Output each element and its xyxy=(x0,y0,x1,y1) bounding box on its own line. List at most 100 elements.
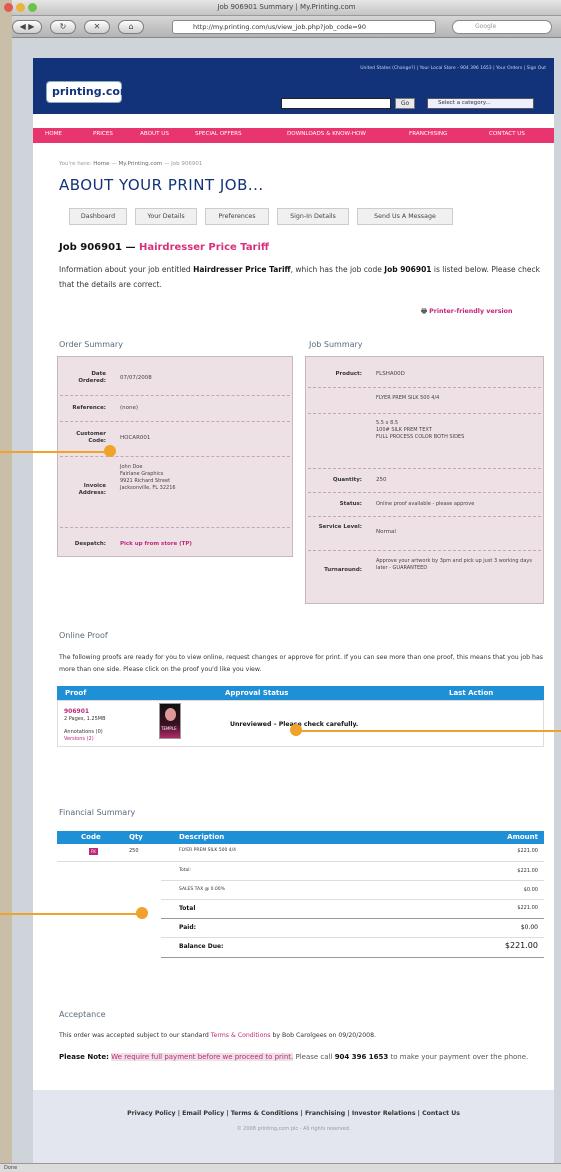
url-bar[interactable]: http://my.printing.com/us/view_job.php?j… xyxy=(172,20,436,34)
nav-about[interactable]: ABOUT US xyxy=(140,131,169,137)
site-logo[interactable]: printing.com xyxy=(46,81,131,103)
stop-icon[interactable]: ✕ xyxy=(84,20,110,34)
row-amount: $0.00 xyxy=(520,924,538,931)
footer-contact-link[interactable]: Contact Us xyxy=(422,1110,460,1117)
callout-dot xyxy=(136,907,148,919)
row-label: Balance Due: xyxy=(179,943,224,950)
versions-link[interactable]: Versions (2) xyxy=(64,736,94,742)
tab-your-details[interactable]: Your Details xyxy=(135,208,197,225)
footer-links: Privacy Policy | Email Policy | Terms & … xyxy=(127,1110,460,1117)
status-value: Online proof available - please approve xyxy=(376,501,475,507)
footer-privacy-link[interactable]: Privacy Policy xyxy=(127,1110,176,1117)
tab-dashboard[interactable]: Dashboard xyxy=(69,208,127,225)
footer-email-policy-link[interactable]: Email Policy xyxy=(182,1110,224,1117)
site-search-input[interactable] xyxy=(281,98,391,109)
turnaround-label: Turnaround: xyxy=(324,567,362,573)
reference-value: (none) xyxy=(120,405,139,411)
printer-friendly-label: Printer-friendly version xyxy=(429,308,513,315)
note-highlight: We require full payment before we procee… xyxy=(111,1053,294,1061)
quantity-value: 250 xyxy=(376,477,387,483)
main-nav: HOME PRICES ABOUT US SPECIAL OFFERS DOWN… xyxy=(33,128,554,143)
service-level-label: Service Level: xyxy=(318,524,362,530)
go-button[interactable]: Go xyxy=(395,98,415,109)
breadcrumb-current: Job 906901 xyxy=(171,161,203,167)
breadcrumb: You're here: Home — My.Printing.com — Jo… xyxy=(59,161,203,167)
nav-downloads[interactable]: DOWNLOADS & KNOW-HOW xyxy=(287,131,366,137)
back-forward-icon[interactable]: ◀ ▶ xyxy=(12,20,42,34)
annotations-link[interactable]: Annotations (0) xyxy=(64,729,103,735)
payment-note: Please Note: We require full payment bef… xyxy=(59,1050,544,1065)
row-amount: $0.00 xyxy=(523,887,538,893)
divider xyxy=(308,492,541,493)
despatch-value: Pick up from store (TP) xyxy=(120,541,192,547)
date-value: 07/07/2008 xyxy=(120,375,152,381)
breadcrumb-home[interactable]: Home xyxy=(93,161,109,167)
info-pre: Information about your job entitled xyxy=(59,265,191,274)
home-icon[interactable]: ⌂ xyxy=(118,20,144,34)
note-mid: Please call xyxy=(295,1053,333,1061)
note-post: to make your payment over the phone. xyxy=(390,1053,529,1061)
status-label: Status: xyxy=(339,501,362,507)
col-last-action: Last Action xyxy=(449,689,494,697)
top-links[interactable]: United States (Change?) | Your Local Sto… xyxy=(360,66,546,71)
category-select[interactable]: Select a category... xyxy=(427,98,534,109)
proof-link[interactable]: 906901 xyxy=(64,708,89,715)
printer-friendly-link[interactable]: 🖶 Printer-friendly version xyxy=(421,306,512,317)
acceptance-pre: This order was accepted subject to our s… xyxy=(59,1032,209,1039)
page-title: ABOUT YOUR PRINT JOB... xyxy=(59,176,264,194)
proof-table-header: Proof Approval Status Last Action xyxy=(57,686,544,700)
divider xyxy=(308,550,541,551)
footer-terms-link[interactable]: Terms & Conditions xyxy=(231,1110,299,1117)
nav-contact[interactable]: CONTACT US xyxy=(489,131,525,137)
browser-search-input[interactable]: Google xyxy=(452,20,552,34)
row-amount: $221.00 xyxy=(517,868,538,874)
acceptance-text: This order was accepted subject to our s… xyxy=(59,1030,544,1042)
divider xyxy=(308,413,541,414)
nav-franchising[interactable]: FRANCHISING xyxy=(409,131,447,137)
online-proof-heading: Online Proof xyxy=(59,631,108,640)
title-bar: Job 906901 Summary | My.Printing.com xyxy=(4,0,561,16)
table-row: FK 250 FLYER PREM SILK 500 4/4 $221.00 xyxy=(57,844,544,862)
financial-summary-heading: Financial Summary xyxy=(59,808,136,817)
proof-thumbnail[interactable]: TEMPLE xyxy=(159,703,181,739)
spec-line: 100# SILK PREM TEXT xyxy=(376,427,432,433)
divider xyxy=(308,387,541,388)
footer-franchising-link[interactable]: Franchising xyxy=(305,1110,345,1117)
col-approval-status: Approval Status xyxy=(225,689,289,697)
callout-dot xyxy=(104,445,116,457)
row-label: Total: xyxy=(179,868,192,873)
proof-row[interactable]: 906901 2 Pages, 1.25MB Annotations (0) V… xyxy=(57,700,544,747)
tab-sign-in-details[interactable]: Sign-In Details xyxy=(277,208,349,225)
order-summary-box: Date Ordered: 07/07/2008 Reference: (non… xyxy=(57,356,293,557)
invoice-address-label: Invoice Address: xyxy=(78,483,106,496)
divider xyxy=(308,468,541,469)
spec-line: FULL PROCESS COLOR BOTH SIDES xyxy=(376,434,465,440)
invoice-address: John Doe Fairlane Graphics 9921 Richard … xyxy=(120,464,176,492)
job-heading-dash: — xyxy=(125,242,136,253)
col-proof: Proof xyxy=(65,689,87,697)
thumb-text: TEMPLE xyxy=(161,726,177,731)
product-value: FLSHA00D xyxy=(376,371,405,377)
nav-prices[interactable]: PRICES xyxy=(93,131,113,137)
nav-special-offers[interactable]: SPECIAL OFFERS xyxy=(195,131,242,137)
line-description: FLYER PREM SILK 500 4/4 xyxy=(179,848,236,853)
page-footer: Privacy Policy | Email Policy | Terms & … xyxy=(33,1090,554,1163)
callout-leader xyxy=(0,913,140,915)
browser-window: Job 906901 Summary | My.Printing.com ◀ ▶… xyxy=(4,0,561,1172)
breadcrumb-my-printing[interactable]: My.Printing.com xyxy=(119,161,163,167)
window-title: Job 906901 Summary | My.Printing.com xyxy=(217,3,356,11)
tab-preferences[interactable]: Preferences xyxy=(205,208,269,225)
copyright: © 2008 printing.com plc - All rights res… xyxy=(236,1126,351,1132)
info-job-title: Hairdresser Price Tariff xyxy=(193,265,291,274)
turnaround-value: Approve your artwork by 3pm and pick up … xyxy=(376,558,532,571)
footer-investor-link[interactable]: Investor Relations xyxy=(352,1110,416,1117)
table-row: Total $221.00 xyxy=(161,900,544,919)
browser-status-bar: Done xyxy=(0,1163,561,1172)
job-summary-heading: Job Summary xyxy=(309,340,363,349)
terms-link[interactable]: Terms & Conditions xyxy=(211,1032,271,1039)
reload-icon[interactable]: ↻ xyxy=(50,20,76,34)
site-header: United States (Change?) | Your Local Sto… xyxy=(33,58,554,114)
service-level-value: Normal xyxy=(376,529,396,535)
nav-home[interactable]: HOME xyxy=(45,131,62,137)
tab-send-message[interactable]: Send Us A Message xyxy=(357,208,453,225)
